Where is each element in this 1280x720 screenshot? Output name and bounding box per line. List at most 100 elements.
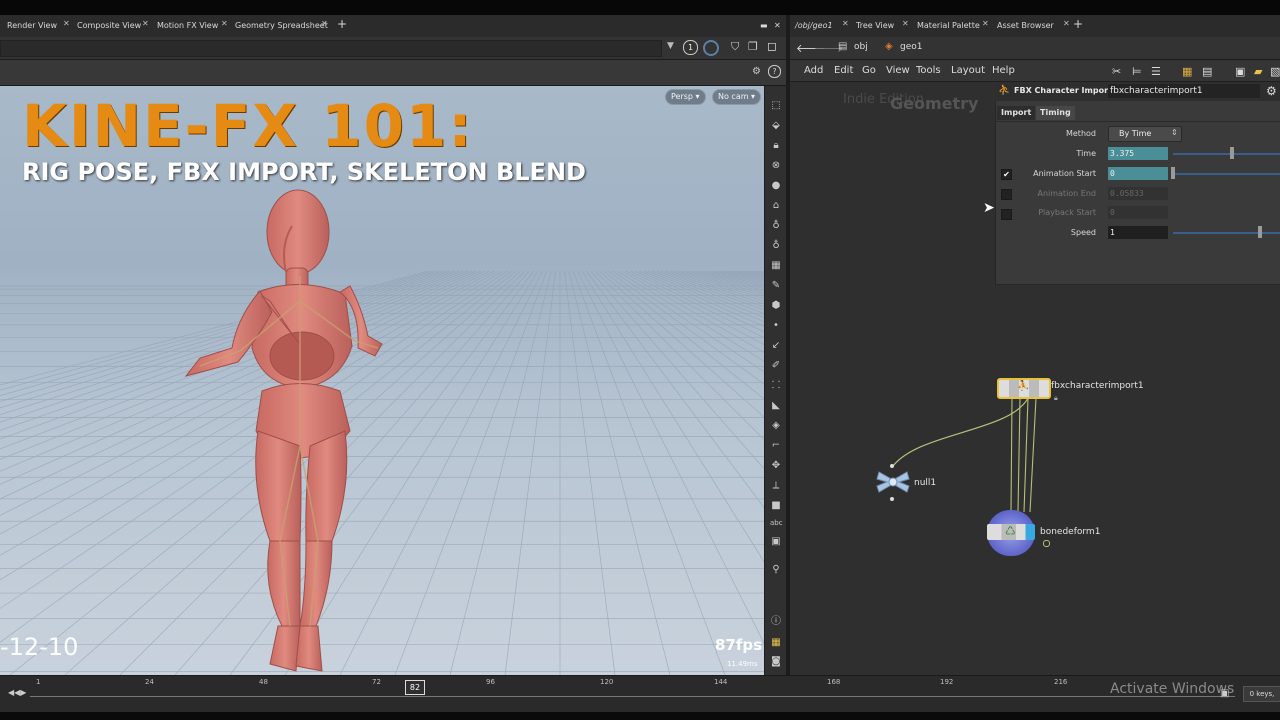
add-tab-icon[interactable]: + <box>337 17 347 31</box>
anim-end-field[interactable]: 0.05833 <box>1108 187 1168 200</box>
menu-edit[interactable]: Edit <box>834 65 853 76</box>
anim-start-field[interactable]: 0 <box>1108 167 1168 180</box>
node-null1[interactable] <box>875 469 911 495</box>
keys-count[interactable]: 0 keys, <box>1243 686 1280 702</box>
lock-icon[interactable]: 🔒︎ <box>770 140 782 152</box>
paint-icon[interactable]: ⬢ <box>770 300 782 312</box>
tab-close-icon[interactable]: ✕ <box>902 19 909 28</box>
snap-icon[interactable]: ⊗ <box>770 160 782 172</box>
target-icon[interactable] <box>703 40 719 56</box>
tab-close-icon[interactable]: ✕ <box>321 19 328 28</box>
display-icon[interactable]: ▣ <box>1235 65 1245 78</box>
transform-icon[interactable]: ✥ <box>770 460 782 472</box>
anim-start-slider-knob[interactable] <box>1171 167 1175 179</box>
select-icon[interactable]: ⬚ <box>770 100 782 112</box>
menu-view[interactable]: View <box>886 65 910 76</box>
tab-asset-browser[interactable]: Asset Browser <box>997 19 1054 33</box>
time-slider-knob[interactable] <box>1230 147 1234 159</box>
list-icon[interactable]: ☰ <box>1151 65 1161 78</box>
tab-material-palette[interactable]: Material Palette <box>917 19 980 33</box>
tab-motion-fx-view[interactable]: Motion FX View <box>157 19 218 33</box>
pane-menu-icon[interactable]: ▬ <box>760 19 768 33</box>
path-obj[interactable]: obj <box>854 42 868 52</box>
marker-icon[interactable]: ♁ <box>770 240 782 252</box>
tab-network-geo1[interactable]: /obj/geo1 <box>795 19 833 33</box>
corner-icon[interactable]: ⌐ <box>770 440 782 452</box>
menu-help[interactable]: Help <box>992 65 1015 76</box>
copy-icon[interactable]: ❐ <box>748 40 758 53</box>
tab-close-icon[interactable]: ✕ <box>63 19 70 28</box>
pose-icon[interactable]: ⬙ <box>770 120 782 132</box>
sphere-icon[interactable]: ● <box>770 180 782 192</box>
edge-icon[interactable]: ↙ <box>770 340 782 352</box>
lasso-icon[interactable]: ◈ <box>770 420 782 432</box>
keys-menu-icon[interactable]: ▣ <box>1220 688 1229 699</box>
anim-start-slider-track[interactable] <box>1173 173 1280 175</box>
light-icon[interactable]: ⌂ <box>770 200 782 212</box>
time-field[interactable]: 3.375 <box>1108 147 1168 160</box>
speed-slider-track[interactable] <box>1173 232 1280 234</box>
time-slider-track[interactable] <box>1173 153 1280 155</box>
pen-icon[interactable]: ✐ <box>770 360 782 372</box>
speed-slider-knob[interactable] <box>1258 226 1262 238</box>
playback-controls-icon[interactable]: ◀◀▶ <box>8 688 26 697</box>
node-name-field[interactable]: fbxcharacterimport1 <box>1108 84 1260 98</box>
menu-add[interactable]: Add <box>804 65 823 76</box>
playback-start-field[interactable]: 0 <box>1108 206 1168 219</box>
tree-icon[interactable]: ⊨ <box>1132 65 1142 78</box>
settings-icon[interactable]: ⚙ <box>752 66 761 77</box>
persp-camera-menu[interactable]: Persp ▾ <box>665 89 706 105</box>
help-icon[interactable]: ? <box>768 65 781 78</box>
tab-close-icon[interactable]: ✕ <box>142 19 149 28</box>
method-dropdown[interactable]: By Time ⇕ <box>1108 126 1182 142</box>
tab-import[interactable]: Import <box>997 106 1036 120</box>
tab-geometry-spreadsheet[interactable]: Geometry Spreadsheet <box>235 19 328 33</box>
viewer-path-field[interactable] <box>0 40 662 57</box>
tab-timing[interactable]: Timing <box>1036 106 1075 120</box>
tab-close-icon[interactable]: ✕ <box>842 19 849 28</box>
add-tab-icon[interactable]: + <box>1073 17 1083 31</box>
note-icon[interactable]: ▰ <box>1254 65 1262 78</box>
fill-icon[interactable]: ◣ <box>770 400 782 412</box>
tab-close-icon[interactable]: ✕ <box>1063 19 1070 28</box>
shield-icon[interactable]: ⛉ <box>731 40 739 54</box>
menu-layout[interactable]: Layout <box>951 65 985 76</box>
view-count-button[interactable]: 1 <box>683 40 698 55</box>
network-icon[interactable]: ⸬ <box>770 380 782 392</box>
timeline-bar[interactable]: ◀◀▶ <box>0 675 1280 714</box>
node-fbxcharacterimport1[interactable]: ⛹ <box>997 378 1051 399</box>
pane-maximize-icon[interactable]: ✕ <box>774 19 781 33</box>
brush-icon[interactable]: ✎ <box>770 280 782 292</box>
menu-go[interactable]: Go <box>862 65 876 76</box>
cube-icon[interactable]: ■ <box>770 500 782 512</box>
chevron-down-icon[interactable]: ▼ <box>667 41 674 51</box>
tab-composite-view[interactable]: Composite View <box>77 19 141 33</box>
texture-icon[interactable]: ▦ <box>770 260 782 272</box>
gear-icon[interactable]: ⚙ <box>1266 84 1277 98</box>
no-cam-menu[interactable]: No cam ▾ <box>712 89 762 105</box>
timeline-track[interactable] <box>30 696 1235 697</box>
grid-icon[interactable]: ▦ <box>770 637 782 649</box>
bulb-icon[interactable]: ♁ <box>770 220 782 232</box>
node-bonedeform1[interactable]: ♺ <box>987 510 1035 556</box>
tab-tree-view[interactable]: Tree View <box>856 19 894 33</box>
menu-tools[interactable]: Tools <box>916 65 941 76</box>
grid-view-icon[interactable]: ▦ <box>1182 65 1192 78</box>
flag-icon[interactable]: ▧ <box>1270 65 1280 78</box>
bones-icon[interactable]: ⟂ <box>770 480 782 492</box>
path-geo1[interactable]: geo1 <box>900 42 922 52</box>
tab-render-view[interactable]: Render View <box>7 19 57 33</box>
layout-icon[interactable]: ▤ <box>1202 65 1212 78</box>
current-frame-indicator[interactable]: 82 <box>405 680 425 695</box>
camera-icon[interactable]: ◙ <box>770 656 782 668</box>
tab-close-icon[interactable]: ✕ <box>221 19 228 28</box>
abc-icon[interactable]: abc <box>770 517 783 529</box>
tools-icon[interactable]: ✂ <box>1112 65 1121 78</box>
info-icon[interactable]: ⓘ <box>770 616 782 628</box>
tab-close-icon[interactable]: ✕ <box>982 19 989 28</box>
speed-field[interactable]: 1 <box>1108 226 1168 239</box>
point-icon[interactable]: • <box>770 320 782 332</box>
pin-icon[interactable]: ⚲ <box>770 564 782 576</box>
image-icon[interactable]: ▣ <box>770 536 782 548</box>
square-icon[interactable]: ◻ <box>767 39 777 53</box>
